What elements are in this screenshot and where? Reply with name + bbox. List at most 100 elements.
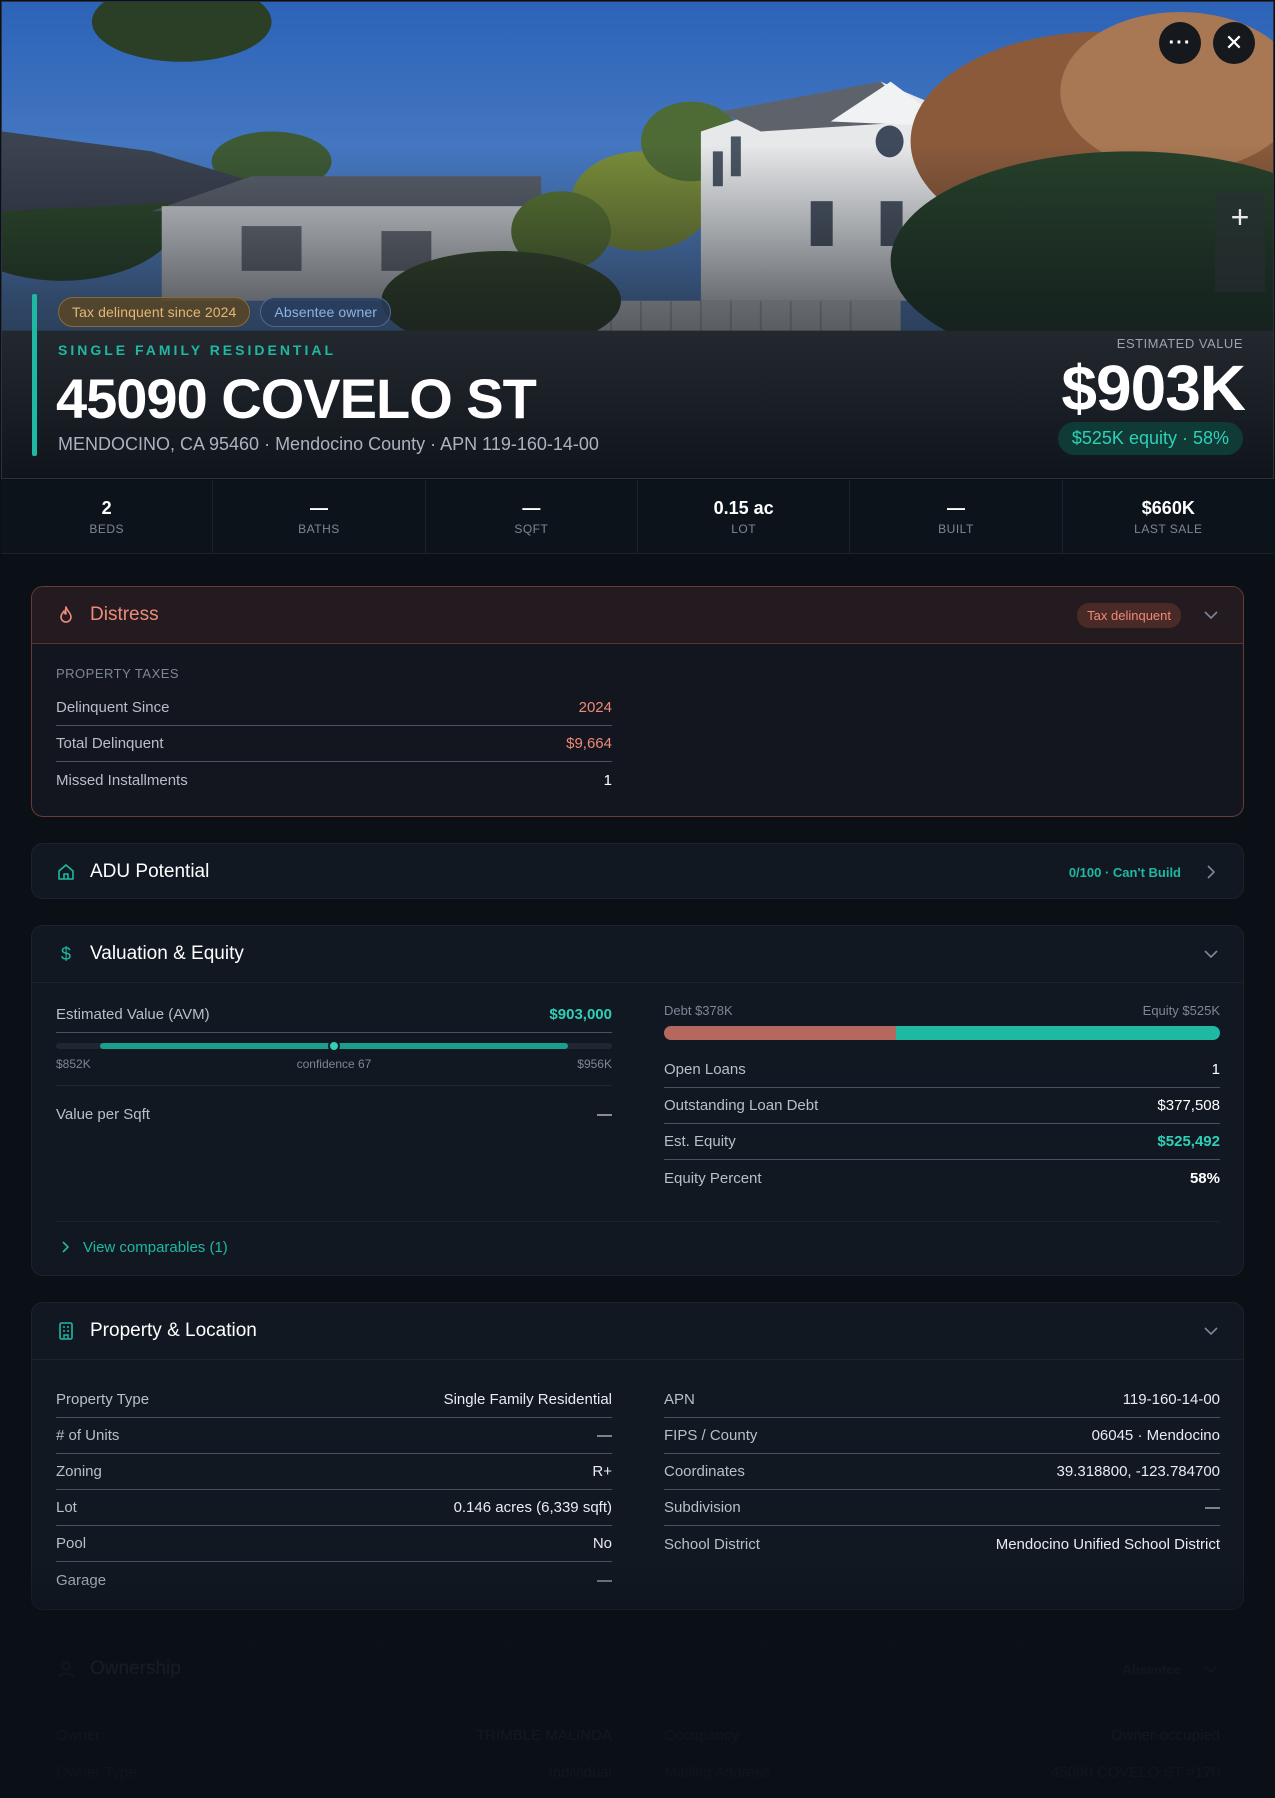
valuation-header[interactable]: $ Valuation & Equity xyxy=(32,926,1243,982)
debt-segment xyxy=(664,1026,897,1040)
comparables-label: View comparables (1) xyxy=(83,1239,228,1256)
kv-value: Single Family Residential xyxy=(443,1391,612,1408)
avm-row: Estimated Value (AVM) $903,000 xyxy=(56,997,612,1033)
kv-row: Outstanding Loan Debt $377,508 xyxy=(664,1088,1220,1124)
plus-icon: + xyxy=(1230,198,1250,235)
kv-label: Est. Equity xyxy=(664,1133,736,1150)
kv-row: Zoning R+ xyxy=(56,1454,612,1490)
kv-value: — xyxy=(1205,1499,1220,1516)
property-title: Property & Location xyxy=(90,1320,257,1341)
ownership-card: Ownership Absentee Owner TRIMBLE MALINDA … xyxy=(31,1640,1244,1798)
chevron-down-icon[interactable] xyxy=(1203,607,1219,623)
adu-title: ADU Potential xyxy=(90,861,210,882)
distress-body: PROPERTY TAXES Delinquent Since 2024 Tot… xyxy=(32,643,1243,789)
kv-value: 1 xyxy=(1211,1061,1220,1078)
avm-range-bar xyxy=(56,1040,612,1052)
kv-row: FIPS / County 06045 · Mendocino xyxy=(664,1418,1220,1454)
close-icon: ✕ xyxy=(1224,30,1244,55)
kv-label: # of Units xyxy=(56,1427,120,1444)
kv-value: Mendocino Unified School District xyxy=(995,1535,1220,1553)
kv-label: Equity Percent xyxy=(664,1169,762,1187)
kv-row: Garage — xyxy=(56,1562,612,1598)
hero-accent-bar xyxy=(32,294,37,456)
kv-label: School District xyxy=(664,1535,760,1553)
kv-label: Value per Sqft xyxy=(56,1105,150,1123)
stat-label: LAST SALE xyxy=(1134,521,1203,536)
hero-banner: ··· ✕ + Tax delinquent since 2024 Absent… xyxy=(1,1,1274,479)
chevron-down-icon[interactable] xyxy=(1203,1661,1219,1677)
kv-row: Missed Installments 1 xyxy=(56,762,612,798)
valuation-card: $ Valuation & Equity Estimated Value (AV… xyxy=(31,925,1244,1276)
stat-value: 2 xyxy=(101,497,112,518)
stat-last-sale: $660K LAST SALE xyxy=(1063,480,1274,553)
view-comparables-link[interactable]: View comparables (1) xyxy=(56,1221,1219,1273)
kv-label: Occupancy xyxy=(664,1727,740,1744)
kv-row: Total Delinquent $9,664 xyxy=(56,726,612,762)
building-icon xyxy=(56,1321,76,1341)
equity-badge: $525K equity · 58% xyxy=(1057,422,1243,455)
kv-label: Mailing Address xyxy=(664,1763,770,1781)
chevron-down-icon[interactable] xyxy=(1203,946,1219,962)
kv-label: Garage xyxy=(56,1571,107,1589)
kv-row: Owner TRIMBLE MALINDA xyxy=(56,1718,612,1754)
distress-badge: Tax delinquent xyxy=(1077,602,1181,628)
flame-icon xyxy=(56,605,76,625)
user-icon xyxy=(56,1659,76,1679)
kv-label: Owner xyxy=(56,1727,101,1744)
kv-label: FIPS / County xyxy=(664,1427,758,1444)
dollar-icon: $ xyxy=(60,943,71,964)
kv-value: $525,492 xyxy=(1157,1133,1220,1150)
kv-label: Pool xyxy=(56,1535,87,1552)
hero-tag-list: Tax delinquent since 2024 Absentee owner xyxy=(58,297,391,327)
kv-label: Open Loans xyxy=(664,1061,746,1078)
distress-header[interactable]: Distress Tax delinquent xyxy=(32,587,1243,643)
kv-row: Mailing Address 45090 COVELO ST #170 xyxy=(664,1754,1220,1790)
ownership-header[interactable]: Ownership Absentee xyxy=(32,1641,1243,1697)
map-zoom-control[interactable]: + xyxy=(1215,192,1265,292)
stat-value: — xyxy=(309,497,328,518)
kv-row: # of Units — xyxy=(56,1418,612,1454)
equity-label: Equity $525K xyxy=(1142,1003,1220,1018)
estimated-value: $903K xyxy=(1061,352,1246,424)
kv-row: APN 119-160-14-00 xyxy=(664,1382,1220,1418)
property-header[interactable]: Property & Location xyxy=(32,1303,1243,1359)
kv-value: $9,664 xyxy=(566,735,612,752)
kv-label: APN xyxy=(664,1391,695,1408)
value-per-sqft-row: Value per Sqft — xyxy=(56,1096,612,1132)
kv-label: Delinquent Since xyxy=(56,699,170,716)
kv-row: Owner Type Individual xyxy=(56,1754,612,1790)
stat-label: SQFT xyxy=(514,521,549,536)
property-taxes-label: PROPERTY TAXES xyxy=(56,666,180,681)
kv-value: 2024 xyxy=(578,699,612,716)
kv-value: Owner-occupied xyxy=(1110,1727,1220,1744)
adu-header[interactable]: ADU Potential 0/100 · Can't Build xyxy=(32,844,1243,898)
kv-value: 45090 COVELO ST #170 xyxy=(1051,1763,1220,1781)
kv-row: Open Loans 1 xyxy=(664,1052,1220,1088)
valuation-title: Valuation & Equity xyxy=(90,943,244,964)
tax-delinquent-tag: Tax delinquent since 2024 xyxy=(58,297,251,327)
ownership-right-column: Occupancy Owner-occupied Mailing Address 4… xyxy=(664,1718,1220,1790)
property-address: 45090 COVELO ST xyxy=(56,367,537,430)
kv-value: R+ xyxy=(592,1463,612,1480)
chevron-down-icon[interactable] xyxy=(1203,1323,1219,1339)
kv-row: Occupancy Owner-occupied xyxy=(664,1718,1220,1754)
equity-segment xyxy=(896,1026,1220,1040)
kv-row: Pool No xyxy=(56,1526,612,1562)
kv-value: 1 xyxy=(603,771,612,789)
valuation-body: Estimated Value (AVM) $903,000 $852K con… xyxy=(32,982,1243,1275)
kv-row: Est. Equity $525,492 xyxy=(664,1124,1220,1160)
debt-equity-bar xyxy=(664,1026,1220,1040)
property-subtitle: MENDOCINO, CA 95460 · Mendocino County ·… xyxy=(58,434,599,454)
stat-sqft: — SQFT xyxy=(426,480,638,553)
more-options-button[interactable]: ··· xyxy=(1159,22,1201,64)
adu-card[interactable]: ADU Potential 0/100 · Can't Build xyxy=(31,843,1244,899)
distress-title: Distress xyxy=(90,604,159,625)
estimated-value-label: ESTIMATED VALUE xyxy=(1116,336,1243,351)
chevron-right-icon[interactable] xyxy=(1203,864,1219,880)
zoom-in-button[interactable]: + xyxy=(1215,192,1265,242)
close-button[interactable]: ✕ xyxy=(1213,22,1255,64)
kv-value: 58% xyxy=(1189,1169,1220,1187)
stat-value: 0.15 ac xyxy=(713,497,774,518)
stats-bar: 2 BEDS — BATHS — SQFT 0.15 ac LOT — BUIL… xyxy=(1,480,1274,554)
ownership-body: Owner TRIMBLE MALINDA Owner Type Individua… xyxy=(32,1697,1243,1798)
